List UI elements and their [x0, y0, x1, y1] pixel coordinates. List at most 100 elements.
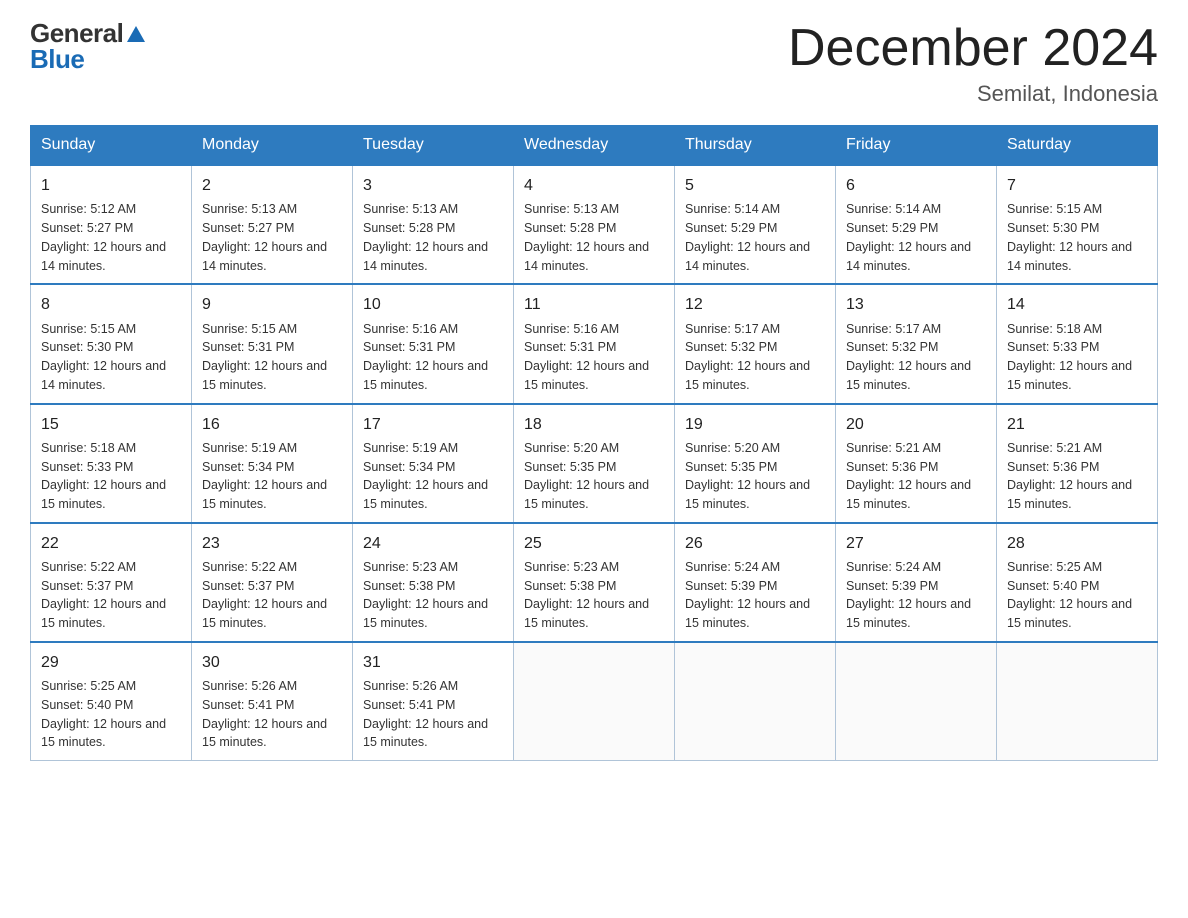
day-detail: Sunrise: 5:18 AMSunset: 5:33 PMDaylight:…	[41, 439, 181, 514]
calendar-cell: 1 Sunrise: 5:12 AMSunset: 5:27 PMDaylight…	[31, 165, 192, 284]
calendar-cell: 19 Sunrise: 5:20 AMSunset: 5:35 PMDayligh…	[675, 404, 836, 523]
calendar-week-row: 8 Sunrise: 5:15 AMSunset: 5:30 PMDaylight…	[31, 284, 1158, 403]
calendar-cell	[997, 642, 1158, 761]
calendar-week-row: 15 Sunrise: 5:18 AMSunset: 5:33 PMDayligh…	[31, 404, 1158, 523]
calendar-table: SundayMondayTuesdayWednesdayThursdayFrid…	[30, 125, 1158, 761]
calendar-cell: 15 Sunrise: 5:18 AMSunset: 5:33 PMDayligh…	[31, 404, 192, 523]
calendar-cell: 31 Sunrise: 5:26 AMSunset: 5:41 PMDayligh…	[353, 642, 514, 761]
day-number: 22	[41, 532, 181, 555]
location-subtitle: Semilat, Indonesia	[788, 81, 1158, 107]
day-detail: Sunrise: 5:13 AMSunset: 5:28 PMDaylight:…	[524, 200, 664, 275]
day-detail: Sunrise: 5:25 AMSunset: 5:40 PMDaylight:…	[41, 677, 181, 752]
day-number: 28	[1007, 532, 1147, 555]
month-title: December 2024	[788, 20, 1158, 77]
day-detail: Sunrise: 5:20 AMSunset: 5:35 PMDaylight:…	[524, 439, 664, 514]
calendar-week-row: 1 Sunrise: 5:12 AMSunset: 5:27 PMDaylight…	[31, 165, 1158, 284]
day-number: 8	[41, 293, 181, 316]
calendar-cell: 10 Sunrise: 5:16 AMSunset: 5:31 PMDayligh…	[353, 284, 514, 403]
day-number: 1	[41, 174, 181, 197]
day-detail: Sunrise: 5:17 AMSunset: 5:32 PMDaylight:…	[846, 320, 986, 395]
day-detail: Sunrise: 5:21 AMSunset: 5:36 PMDaylight:…	[846, 439, 986, 514]
day-number: 21	[1007, 413, 1147, 436]
day-detail: Sunrise: 5:25 AMSunset: 5:40 PMDaylight:…	[1007, 558, 1147, 633]
day-detail: Sunrise: 5:19 AMSunset: 5:34 PMDaylight:…	[363, 439, 503, 514]
calendar-cell: 13 Sunrise: 5:17 AMSunset: 5:32 PMDayligh…	[836, 284, 997, 403]
day-number: 25	[524, 532, 664, 555]
day-number: 4	[524, 174, 664, 197]
logo-general-text: General	[30, 20, 123, 46]
calendar-cell: 6Sunrise: 5:14 AMSunset: 5:29 PMDaylight…	[836, 165, 997, 284]
day-number: 30	[202, 651, 342, 674]
day-detail: Sunrise: 5:22 AMSunset: 5:37 PMDaylight:…	[41, 558, 181, 633]
calendar-cell: 2Sunrise: 5:13 AMSunset: 5:27 PMDaylight…	[192, 165, 353, 284]
weekday-header-tuesday: Tuesday	[353, 126, 514, 166]
weekday-header-monday: Monday	[192, 126, 353, 166]
calendar-cell: 28 Sunrise: 5:25 AMSunset: 5:40 PMDayligh…	[997, 523, 1158, 642]
calendar-cell: 20 Sunrise: 5:21 AMSunset: 5:36 PMDayligh…	[836, 404, 997, 523]
day-number: 5	[685, 174, 825, 197]
day-detail: Sunrise: 5:14 AMSunset: 5:29 PMDaylight:…	[846, 200, 986, 275]
calendar-cell: 29 Sunrise: 5:25 AMSunset: 5:40 PMDayligh…	[31, 642, 192, 761]
day-detail: Sunrise: 5:24 AMSunset: 5:39 PMDaylight:…	[685, 558, 825, 633]
calendar-cell: 30 Sunrise: 5:26 AMSunset: 5:41 PMDayligh…	[192, 642, 353, 761]
day-number: 29	[41, 651, 181, 674]
day-number: 19	[685, 413, 825, 436]
calendar-cell: 7 Sunrise: 5:15 AMSunset: 5:30 PMDaylight…	[997, 165, 1158, 284]
day-detail: Sunrise: 5:14 AMSunset: 5:29 PMDaylight:…	[685, 200, 825, 275]
day-detail: Sunrise: 5:16 AMSunset: 5:31 PMDaylight:…	[363, 320, 503, 395]
day-detail: Sunrise: 5:13 AMSunset: 5:28 PMDaylight:…	[363, 200, 503, 275]
day-detail: Sunrise: 5:20 AMSunset: 5:35 PMDaylight:…	[685, 439, 825, 514]
logo-blue-text: Blue	[30, 44, 84, 74]
calendar-cell: 16 Sunrise: 5:19 AMSunset: 5:34 PMDayligh…	[192, 404, 353, 523]
calendar-cell: 18 Sunrise: 5:20 AMSunset: 5:35 PMDayligh…	[514, 404, 675, 523]
calendar-cell: 25 Sunrise: 5:23 AMSunset: 5:38 PMDayligh…	[514, 523, 675, 642]
day-number: 16	[202, 413, 342, 436]
calendar-cell: 12 Sunrise: 5:17 AMSunset: 5:32 PMDayligh…	[675, 284, 836, 403]
day-detail: Sunrise: 5:15 AMSunset: 5:31 PMDaylight:…	[202, 320, 342, 395]
calendar-cell: 14Sunrise: 5:18 AMSunset: 5:33 PMDayligh…	[997, 284, 1158, 403]
day-detail: Sunrise: 5:19 AMSunset: 5:34 PMDaylight:…	[202, 439, 342, 514]
day-detail: Sunrise: 5:15 AMSunset: 5:30 PMDaylight:…	[41, 320, 181, 395]
calendar-week-row: 22 Sunrise: 5:22 AMSunset: 5:37 PMDayligh…	[31, 523, 1158, 642]
logo: General Blue	[30, 20, 147, 72]
day-number: 3	[363, 174, 503, 197]
calendar-cell: 22 Sunrise: 5:22 AMSunset: 5:37 PMDayligh…	[31, 523, 192, 642]
day-detail: Sunrise: 5:12 AMSunset: 5:27 PMDaylight:…	[41, 200, 181, 275]
day-number: 12	[685, 293, 825, 316]
day-number: 24	[363, 532, 503, 555]
weekday-header-friday: Friday	[836, 126, 997, 166]
day-number: 11	[524, 293, 664, 316]
calendar-cell	[514, 642, 675, 761]
day-detail: Sunrise: 5:23 AMSunset: 5:38 PMDaylight:…	[524, 558, 664, 633]
weekday-header-sunday: Sunday	[31, 126, 192, 166]
day-detail: Sunrise: 5:15 AMSunset: 5:30 PMDaylight:…	[1007, 200, 1147, 275]
day-number: 7	[1007, 174, 1147, 197]
day-number: 20	[846, 413, 986, 436]
day-detail: Sunrise: 5:22 AMSunset: 5:37 PMDaylight:…	[202, 558, 342, 633]
calendar-cell: 3 Sunrise: 5:13 AMSunset: 5:28 PMDaylight…	[353, 165, 514, 284]
weekday-header-thursday: Thursday	[675, 126, 836, 166]
day-number: 27	[846, 532, 986, 555]
day-detail: Sunrise: 5:24 AMSunset: 5:39 PMDaylight:…	[846, 558, 986, 633]
day-number: 14	[1007, 293, 1147, 316]
weekday-header-wednesday: Wednesday	[514, 126, 675, 166]
day-number: 10	[363, 293, 503, 316]
calendar-cell: 26Sunrise: 5:24 AMSunset: 5:39 PMDayligh…	[675, 523, 836, 642]
day-number: 17	[363, 413, 503, 436]
title-area: December 2024 Semilat, Indonesia	[788, 20, 1158, 107]
day-number: 18	[524, 413, 664, 436]
day-detail: Sunrise: 5:26 AMSunset: 5:41 PMDaylight:…	[363, 677, 503, 752]
calendar-cell: 17 Sunrise: 5:19 AMSunset: 5:34 PMDayligh…	[353, 404, 514, 523]
calendar-cell: 8 Sunrise: 5:15 AMSunset: 5:30 PMDaylight…	[31, 284, 192, 403]
calendar-cell: 24Sunrise: 5:23 AMSunset: 5:38 PMDayligh…	[353, 523, 514, 642]
page-header: General Blue December 2024 Semilat, Indo…	[30, 20, 1158, 107]
day-number: 13	[846, 293, 986, 316]
calendar-cell: 11Sunrise: 5:16 AMSunset: 5:31 PMDayligh…	[514, 284, 675, 403]
day-number: 9	[202, 293, 342, 316]
day-number: 31	[363, 651, 503, 674]
day-number: 15	[41, 413, 181, 436]
day-detail: Sunrise: 5:17 AMSunset: 5:32 PMDaylight:…	[685, 320, 825, 395]
day-detail: Sunrise: 5:13 AMSunset: 5:27 PMDaylight:…	[202, 200, 342, 275]
day-detail: Sunrise: 5:26 AMSunset: 5:41 PMDaylight:…	[202, 677, 342, 752]
weekday-header-saturday: Saturday	[997, 126, 1158, 166]
